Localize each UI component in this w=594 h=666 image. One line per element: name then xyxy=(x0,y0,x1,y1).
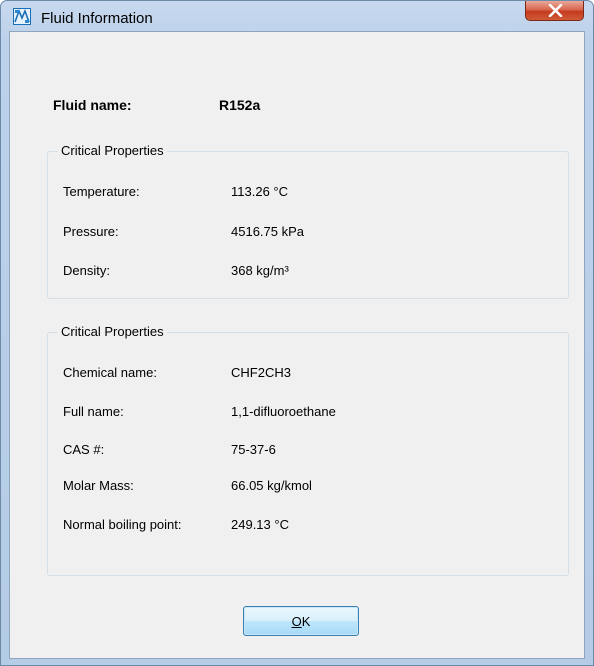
ok-button[interactable]: OK xyxy=(243,606,359,636)
ok-label-rest: K xyxy=(301,613,311,629)
temperature-value: 113.26 °C xyxy=(231,184,288,199)
group-legend-2: Critical Properties xyxy=(58,324,167,339)
mat-icon xyxy=(13,8,31,25)
window-title: Fluid Information xyxy=(41,10,153,27)
density-value: 368 kg/m³ xyxy=(231,263,289,278)
critical-properties-group: Critical Properties xyxy=(47,143,569,299)
fluid-name-label: Fluid name: xyxy=(53,97,132,113)
density-label: Density: xyxy=(63,263,110,278)
boiling-point-label: Normal boiling point: xyxy=(63,517,182,532)
fluid-information-window: Fluid Information Fluid name: R152a Crit… xyxy=(0,0,594,666)
chemical-name-value: CHF2CH3 xyxy=(231,365,291,380)
pressure-label: Pressure: xyxy=(63,224,119,239)
title-bar: Fluid Information xyxy=(1,1,593,31)
close-button[interactable] xyxy=(525,1,584,21)
cas-value: 75-37-6 xyxy=(231,442,276,457)
full-name-value: 1,1-difluoroethane xyxy=(231,404,336,419)
chemical-name-label: Chemical name: xyxy=(63,365,157,380)
group-legend: Critical Properties xyxy=(58,143,167,158)
boiling-point-value: 249.13 °C xyxy=(231,517,289,532)
pressure-value: 4516.75 kPa xyxy=(231,224,305,239)
ok-mnemonic: O xyxy=(291,613,302,629)
cas-label: CAS #: xyxy=(63,442,105,457)
temperature-label: Temperature: xyxy=(63,184,140,199)
close-icon xyxy=(548,4,563,17)
full-name-label: Full name: xyxy=(63,404,124,419)
molar-mass-label: Molar Mass: xyxy=(63,478,134,493)
molar-mass-value: 66.05 kg/kmol xyxy=(231,478,312,493)
fluid-name-value: R152a xyxy=(219,97,261,113)
